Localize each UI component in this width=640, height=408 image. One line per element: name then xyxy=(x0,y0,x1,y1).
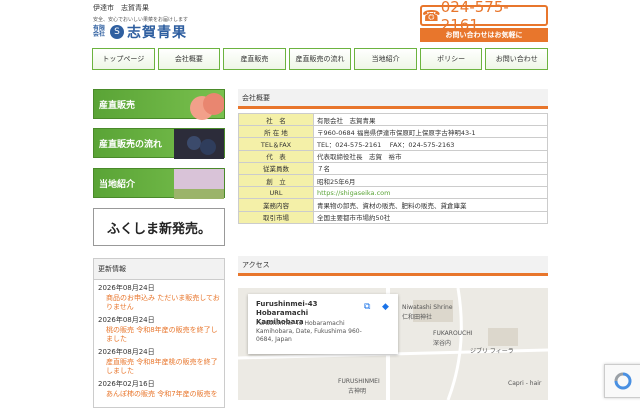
map-label: FURUSHINMEI xyxy=(338,378,380,385)
row-key: 所 在 地 xyxy=(238,125,314,139)
phone-text: 024-575-2161 xyxy=(440,0,509,34)
company-section-title: 会社概要 xyxy=(238,89,548,109)
nav-company[interactable]: 会社概要 xyxy=(157,48,221,70)
banner-label: 産直販売の流れ xyxy=(99,139,163,150)
company-table: 社 名有限会社 志賀青果 所 在 地〒960-0684 福島県伊達市保原町上保原… xyxy=(238,112,548,224)
logo-kaisha: 有限会社 xyxy=(93,25,106,38)
banner-sales-flow[interactable]: 産直販売の流れ xyxy=(93,128,225,159)
fukushima-banner[interactable]: ふくしま新発売。 xyxy=(93,208,225,246)
logo-mark-icon: S xyxy=(110,25,124,39)
row-value: ７名 xyxy=(313,161,548,175)
phone-number[interactable]: ☎ 024-575-2161 xyxy=(420,0,548,34)
banner-label: 産直販売 xyxy=(99,100,136,111)
table-row: TEL＆FAX TEL：024-575-2161 FAX：024-575-2163 xyxy=(238,137,548,151)
map-label: 古神明 xyxy=(348,388,367,395)
news-title: 更新情報 xyxy=(94,259,224,280)
row-value: 有限会社 志賀青果 xyxy=(313,112,548,127)
news-date: 2026年02月16日 xyxy=(98,380,155,388)
row-value: 昭和25年6月 xyxy=(313,173,548,188)
open-in-maps-icon[interactable]: ⧉ xyxy=(364,302,370,312)
banner-label: 当地紹介 xyxy=(99,179,136,190)
banner-direct-sales[interactable]: 産直販売 xyxy=(93,89,225,120)
recaptcha-icon xyxy=(614,372,632,390)
news-date: 2026年08月24日 xyxy=(98,284,155,292)
news-link[interactable]: 商品のお申込み ただいま販売しておりません xyxy=(94,294,224,312)
map-label: ジブリ フィーラ xyxy=(470,348,514,355)
table-row: 取引市場 全国主要都市市場約50社 xyxy=(238,210,548,224)
row-key: URL xyxy=(238,186,314,200)
row-key: 業務内容 xyxy=(238,198,314,212)
peach-image-icon xyxy=(190,93,224,120)
directions-icon[interactable]: ◆ xyxy=(382,302,389,312)
row-value: 青果物の卸売、資材の販売、肥料の販売、貸倉庫業 xyxy=(313,198,548,212)
main-nav: トップページ 会社概要 産直販売 産直販売の流れ 当地紹介 ポリシー お問い合わ… xyxy=(92,48,549,70)
phone-box: ☎ 024-575-2161 お問い合わせはお気軽に xyxy=(420,0,548,42)
nav-top[interactable]: トップページ xyxy=(92,48,155,70)
phone-icon: ☎ xyxy=(422,6,441,25)
banner-local-intro[interactable]: 当地紹介 xyxy=(93,168,225,199)
map-label: Capri - hair xyxy=(508,380,542,387)
site-logo[interactable]: 有限会社 S 志賀青果 xyxy=(93,22,228,42)
table-row: 社 名有限会社 志賀青果 xyxy=(238,112,548,127)
row-value: TEL：024-575-2161 FAX：024-575-2163 xyxy=(313,137,548,151)
access-section-title: アクセス xyxy=(238,256,548,276)
nav-contact[interactable]: お問い合わせ xyxy=(485,48,549,70)
news-panel: 更新情報 2026年08月24日 商品のお申込み ただいま販売しておりません 2… xyxy=(93,258,225,408)
google-map[interactable]: Niwatashi Shrine 仁和田神社 FUKAROUCHI 深谷内 ジブ… xyxy=(238,288,548,400)
news-date: 2026年08月24日 xyxy=(98,348,155,356)
site-location-text: 伊達市 志賀青果 xyxy=(93,4,149,12)
nav-policy[interactable]: ポリシー xyxy=(419,48,483,70)
table-row: 代 表代表取締役社長 志賀 裕市 xyxy=(238,149,548,163)
row-value: 代表取締役社長 志賀 裕市 xyxy=(313,149,548,163)
row-key: TEL＆FAX xyxy=(238,137,314,151)
map-info-card: Furushinmei-43 Hobaramachi Kamihobara Fu… xyxy=(248,294,398,354)
map-label: Niwatashi Shrine xyxy=(402,304,453,311)
nav-direct-sales[interactable]: 産直販売 xyxy=(223,48,286,70)
news-link[interactable]: あんぽ柿の販売 令和7年産の販売を xyxy=(94,390,224,399)
table-row: URL https://shigaseika.com xyxy=(238,186,548,200)
map-label: FUKAROUCHI xyxy=(433,330,473,337)
table-row: 所 在 地〒960-0684 福島県伊達市保原町上保原字古神明43-1 xyxy=(238,125,548,139)
row-value: 全国主要都市市場約50社 xyxy=(313,210,548,224)
row-key: 従業員数 xyxy=(238,161,314,175)
orchard-image-icon xyxy=(174,169,224,199)
table-row: 従業員数 ７名 xyxy=(238,161,548,175)
table-row: 業務内容 青果物の卸売、資材の販売、肥料の販売、貸倉庫業 xyxy=(238,198,548,212)
row-key: 創 立 xyxy=(238,173,314,188)
row-key: 社 名 xyxy=(238,112,314,127)
logo-name: 志賀青果 xyxy=(127,25,187,41)
nav-sales-flow[interactable]: 産直販売の流れ xyxy=(288,48,352,70)
news-link[interactable]: 桃の販売 令和8年産の販売を終了しました xyxy=(94,326,224,344)
row-key: 代 表 xyxy=(238,149,314,163)
row-value: 〒960-0684 福島県伊達市保原町上保原字古神明43-1 xyxy=(313,125,548,139)
row-key: 取引市場 xyxy=(238,210,314,224)
map-place-address: Furushinmei-43 Hobaramachi Kamihobara, D… xyxy=(256,320,362,343)
grape-image-icon xyxy=(174,129,224,159)
nav-local-intro[interactable]: 当地紹介 xyxy=(354,48,417,70)
recaptcha-badge[interactable] xyxy=(604,364,640,398)
url-link[interactable]: https://shigaseika.com xyxy=(313,186,548,200)
map-label: 深谷内 xyxy=(433,340,452,347)
map-label: 仁和田神社 xyxy=(402,314,433,321)
news-date: 2026年08月24日 xyxy=(98,316,155,324)
news-link[interactable]: 産直販売 令和8年産桃の販売を終了しました xyxy=(94,358,224,376)
table-row: 創 立昭和25年6月 xyxy=(238,173,548,188)
